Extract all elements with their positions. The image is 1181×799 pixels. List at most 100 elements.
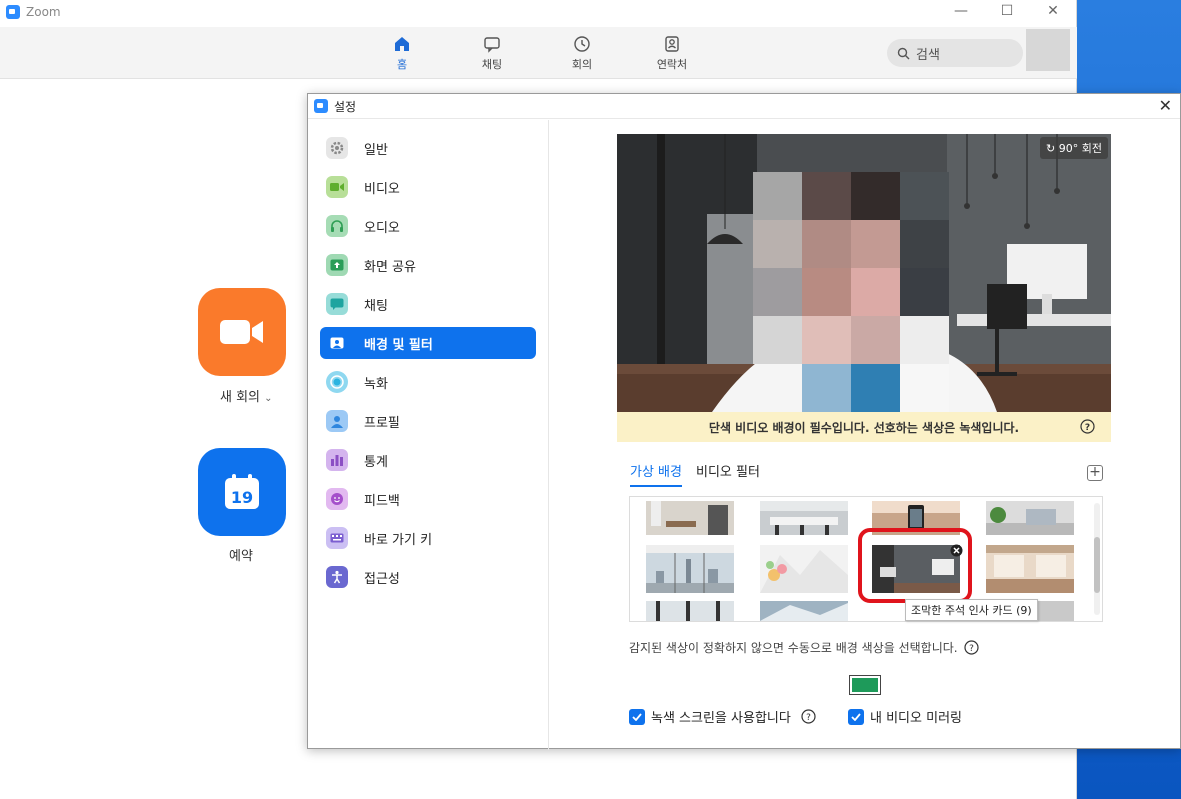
new-meeting-button[interactable] [198, 288, 286, 376]
background-color-picker[interactable] [849, 675, 881, 695]
background-thumbnail[interactable] [760, 501, 848, 535]
background-thumbnail[interactable] [646, 501, 734, 535]
sidebar-item-profile[interactable]: 프로필 [320, 405, 536, 437]
svg-text:?: ? [1085, 423, 1090, 433]
svg-text:?: ? [806, 713, 811, 723]
sidebar-item-label: 녹화 [364, 376, 388, 392]
sidebar-item-shortcuts[interactable]: 바로 가기 키 [320, 522, 536, 554]
sidebar-item-label: 피드백 [364, 493, 400, 509]
help-icon[interactable]: ? [964, 640, 979, 655]
share-screen-icon [326, 254, 348, 276]
video-preview: ↻ 90° 회전 [617, 134, 1111, 412]
zoom-logo-icon [314, 99, 328, 113]
background-thumbnail[interactable] [646, 545, 734, 593]
background-thumbnail[interactable] [646, 601, 734, 621]
minimize-button[interactable]: — [938, 0, 984, 24]
dialog-title: 설정 [334, 99, 357, 114]
tab-label: 채팅 [481, 58, 503, 71]
sidebar-item-label: 접근성 [364, 571, 400, 587]
tab-chat[interactable]: 채팅 [462, 35, 522, 72]
settings-content: ↻ 90° 회전 단색 비디오 배경이 필수입니다. 선호하는 색상은 녹색입니… [550, 120, 1180, 750]
tab-home[interactable]: 홈 [372, 35, 432, 72]
dialog-close-button[interactable]: ✕ [1159, 96, 1172, 115]
accessibility-icon [326, 566, 348, 588]
feedback-icon [326, 488, 348, 510]
help-icon[interactable]: ? [801, 709, 816, 724]
sidebar-item-statistics[interactable]: 통계 [320, 444, 536, 476]
schedule-button[interactable]: 19 [198, 448, 286, 536]
main-titlebar: Zoom [0, 0, 1076, 24]
sidebar-item-general[interactable]: 일반 [320, 132, 536, 164]
green-screen-checkbox-row[interactable]: 녹색 스크린을 사용합니다 ? [629, 707, 816, 726]
avatar[interactable] [1026, 29, 1070, 71]
gallery-scrollbar-thumb[interactable] [1094, 537, 1100, 593]
sidebar-item-video[interactable]: 비디오 [320, 171, 536, 203]
clock-icon [574, 36, 590, 52]
sidebar-item-share-screen[interactable]: 화면 공유 [320, 249, 536, 281]
sidebar-item-label: 배경 및 필터 [364, 337, 433, 353]
mirror-video-label: 내 비디오 미러링 [870, 711, 962, 726]
background-thumbnail[interactable] [760, 601, 848, 621]
sidebar-item-label: 화면 공유 [364, 259, 416, 275]
sidebar-item-label: 비디오 [364, 181, 400, 197]
zoom-logo-icon [6, 5, 20, 19]
green-screen-notice: 단색 비디오 배경이 필수입니다. 선호하는 색상은 녹색입니다. ? [617, 412, 1111, 442]
dialog-titlebar: 설정 [308, 94, 1180, 119]
top-navigation: 홈 채팅 회의 연락처 검색 [0, 27, 1077, 79]
maximize-button[interactable]: ☐ [984, 0, 1030, 24]
contacts-icon [665, 36, 679, 52]
schedule-label: 예약 [229, 549, 253, 564]
rotate-icon: ↻ [1046, 142, 1056, 155]
tab-contacts[interactable]: 연락처 [642, 35, 702, 72]
search-placeholder: 검색 [916, 47, 940, 63]
stats-icon [326, 449, 348, 471]
notice-text: 단색 비디오 배경이 필수입니다. 선호하는 색상은 녹색입니다. [708, 420, 1020, 435]
sidebar-item-feedback[interactable]: 피드백 [320, 483, 536, 515]
tab-label: 홈 [396, 58, 408, 71]
background-thumbnail[interactable] [986, 501, 1074, 535]
close-button[interactable]: ✕ [1030, 0, 1076, 24]
add-background-button[interactable]: + [1087, 465, 1103, 481]
sidebar-item-accessibility[interactable]: 접근성 [320, 561, 536, 593]
sidebar-item-audio[interactable]: 오디오 [320, 210, 536, 242]
background-tabs: 가상 배경 비디오 필터 [630, 461, 760, 487]
mirror-video-checkbox-row[interactable]: 내 비디오 미러링 [848, 707, 962, 726]
tab-virtual-background[interactable]: 가상 배경 [630, 461, 682, 487]
tab-meetings[interactable]: 회의 [552, 35, 612, 72]
mirror-video-checkbox[interactable] [848, 708, 864, 725]
calendar-day: 19 [231, 488, 253, 507]
green-screen-checkbox[interactable] [629, 708, 645, 725]
headphones-icon [326, 215, 348, 237]
tab-label: 회의 [571, 58, 593, 71]
window-controls: — ☐ ✕ [938, 0, 1076, 24]
tab-video-filters[interactable]: 비디오 필터 [696, 461, 760, 487]
help-icon[interactable]: ? [1080, 419, 1095, 434]
search-input[interactable]: 검색 [887, 39, 1023, 67]
keyboard-icon [326, 527, 348, 549]
video-camera-icon [220, 320, 263, 344]
background-icon [326, 332, 348, 354]
sidebar-item-label: 일반 [364, 142, 388, 158]
rotate-label: 90° 회전 [1058, 142, 1102, 155]
sidebar-item-chat[interactable]: 채팅 [320, 288, 536, 320]
office-background-image [617, 134, 1111, 412]
settings-sidebar: 일반 비디오 오디오 화면 공유 채팅 배경 및 필터 녹화 프로필 통계 피드… [308, 120, 549, 750]
settings-dialog: 설정 ✕ 일반 비디오 오디오 화면 공유 채팅 배경 및 필터 녹화 프로필 … [307, 93, 1181, 750]
window-title: Zoom [26, 5, 61, 19]
background-thumbnail[interactable] [986, 545, 1074, 593]
sidebar-item-label: 프로필 [364, 415, 400, 431]
remove-background-icon[interactable] [950, 544, 963, 557]
manual-color-hint: 감지된 색상이 정확하지 않으면 수동으로 배경 색상을 선택합니다. ? [629, 639, 979, 656]
sidebar-item-label: 오디오 [364, 220, 400, 236]
rotate-90-button[interactable]: ↻ 90° 회전 [1040, 137, 1108, 159]
calendar-icon: 19 [225, 474, 259, 509]
hint-text: 감지된 색상이 정확하지 않으면 수동으로 배경 색상을 선택합니다. [629, 641, 958, 655]
sidebar-item-recording[interactable]: 녹화 [320, 366, 536, 398]
video-icon [326, 176, 348, 198]
gear-icon [326, 137, 348, 159]
color-swatch [852, 678, 878, 692]
chevron-down-icon[interactable]: ⌄ [264, 393, 272, 404]
sidebar-item-background-filters[interactable]: 배경 및 필터 [320, 327, 536, 359]
background-thumbnail[interactable] [760, 545, 848, 593]
svg-text:?: ? [969, 644, 974, 654]
